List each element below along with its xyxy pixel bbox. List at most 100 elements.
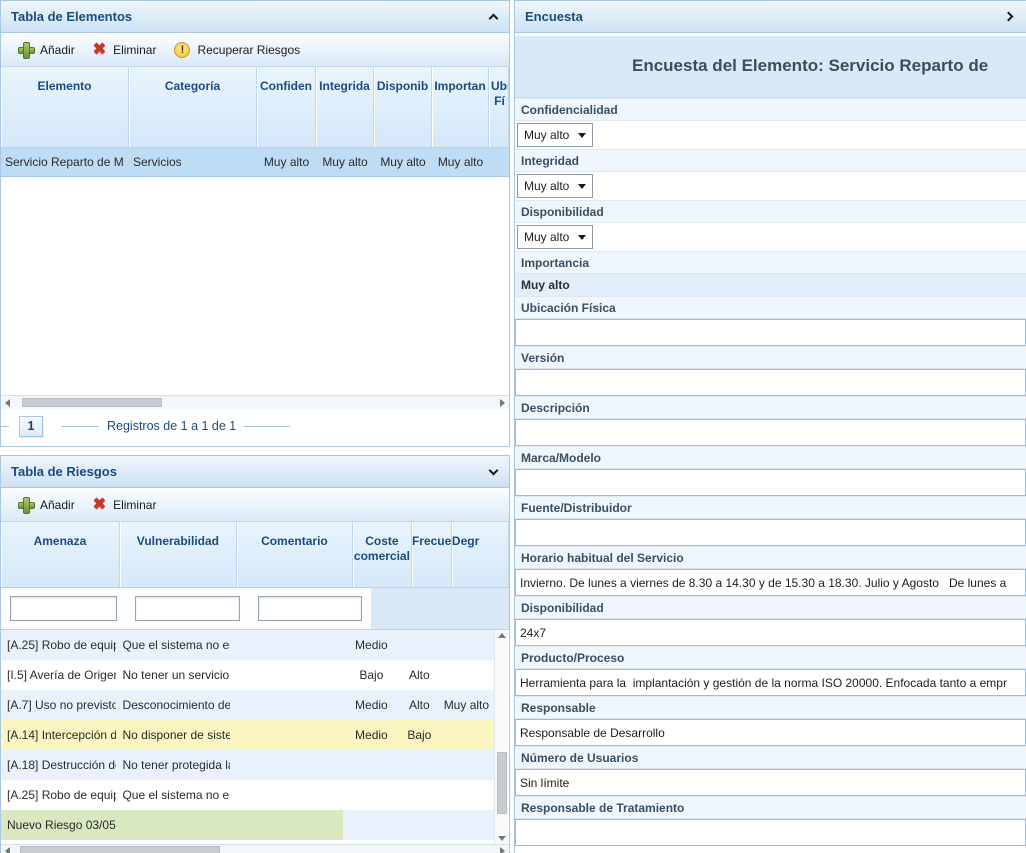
version-input[interactable] [515, 369, 1026, 396]
confidencialidad-select[interactable]: Muy alto [517, 123, 593, 147]
collapse-down-icon[interactable] [489, 465, 499, 475]
survey-panel-header[interactable]: Encuesta [515, 1, 1026, 33]
disponibilidad-texto-input[interactable] [515, 619, 1026, 646]
cell-comentario [230, 780, 343, 810]
cell-elemento: Servicio Reparto de M [1, 155, 129, 169]
column-header-amenaza[interactable]: Amenaza [1, 522, 120, 587]
element-row-selected[interactable]: Servicio Reparto de M Servicios Muy alto… [1, 148, 509, 177]
producto-proceso-input[interactable] [515, 669, 1026, 696]
risk-row[interactable]: [I.5] Avería de Origen No tener un servi… [1, 660, 494, 690]
marca-modelo-input[interactable] [515, 469, 1026, 496]
risks-horizontal-scrollbar[interactable] [1, 844, 509, 853]
column-header-elemento[interactable]: Elemento [1, 67, 129, 147]
risks-panel: Tabla de Riesgos Añadir ✖ Eliminar Amena… [0, 455, 510, 853]
risk-row-new[interactable]: Nuevo Riesgo 03/05/2 [1, 810, 494, 840]
disponibilidad-select[interactable]: Muy alto [517, 225, 593, 249]
elements-panel-header[interactable]: Tabla de Elementos [1, 1, 509, 33]
select-value: Muy alto [524, 230, 569, 244]
cell-frecuencia [400, 750, 439, 780]
cell-frecuencia [400, 810, 439, 840]
elements-panel: Tabla de Elementos Añadir ✖ Eliminar ! R… [0, 0, 510, 447]
elements-grid-empty-area [1, 177, 509, 395]
field-row: Muy alto [515, 121, 1026, 149]
scroll-thumb[interactable] [20, 846, 220, 853]
warning-icon: ! [174, 42, 190, 58]
risks-toolbar: Añadir ✖ Eliminar [1, 488, 509, 522]
cell-comentario [230, 750, 343, 780]
numero-usuarios-input[interactable] [515, 769, 1026, 796]
field-label-ubicacion-fisica: Ubicación Física [515, 296, 1026, 319]
survey-panel-title: Encuesta [525, 9, 583, 24]
fuente-distribuidor-input[interactable] [515, 519, 1026, 546]
risks-grid-header: Amenaza Vulnerabilidad Comentario Coste … [1, 522, 509, 588]
add-risk-button[interactable]: Añadir [9, 493, 84, 516]
cell-coste [343, 750, 400, 780]
responsable-tratamiento-input[interactable] [515, 819, 1026, 846]
page-1-button[interactable]: 1 [19, 416, 43, 437]
scroll-right-icon[interactable] [500, 847, 505, 853]
elements-horizontal-scrollbar[interactable] [1, 395, 509, 409]
risks-panel-header[interactable]: Tabla de Riesgos [1, 456, 509, 488]
delete-risk-button[interactable]: ✖ Eliminar [84, 493, 166, 516]
scroll-thumb[interactable] [497, 752, 507, 814]
risks-vertical-scrollbar[interactable] [494, 630, 508, 844]
delete-element-button[interactable]: ✖ Eliminar [84, 38, 166, 61]
scroll-left-icon[interactable] [5, 399, 10, 407]
chevron-down-icon [578, 235, 586, 240]
cell-integridad: Muy alto [316, 155, 374, 169]
scroll-right-icon[interactable] [500, 399, 505, 407]
cell-vulnerabilidad: Desconocimiento de l [116, 690, 230, 720]
column-header-comentario[interactable]: Comentario [237, 522, 353, 587]
cell-degradacion [439, 630, 494, 660]
amenaza-filter-input[interactable] [10, 596, 117, 621]
column-header-categoria[interactable]: Categoría [129, 67, 257, 147]
scroll-thumb[interactable] [22, 398, 162, 407]
cell-coste: Bajo [343, 660, 400, 690]
add-element-button[interactable]: Añadir [9, 38, 84, 61]
plus-icon [18, 497, 33, 512]
ubicacion-fisica-input[interactable] [515, 319, 1026, 346]
cell-frecuencia: Alto [400, 660, 439, 690]
elements-panel-title: Tabla de Elementos [11, 9, 132, 24]
column-header-disponibilidad[interactable]: Disponib [374, 67, 432, 147]
cell-comentario [230, 660, 343, 690]
column-header-coste-comercial[interactable]: Coste comercial [353, 522, 412, 587]
column-header-degradacion[interactable]: Degr [452, 522, 509, 587]
elements-pager: 1 Registros de 1 a 1 de 1 [1, 409, 509, 443]
scroll-left-icon[interactable] [5, 847, 10, 853]
risk-row[interactable]: [A.7] Uso no previsto Desconocimiento de… [1, 690, 494, 720]
column-header-vulnerabilidad[interactable]: Vulnerabilidad [120, 522, 237, 587]
pager-divider [244, 426, 290, 427]
risk-row-selected[interactable]: [A.14] Intercepción de No disponer de si… [1, 720, 494, 750]
descripcion-input[interactable] [515, 419, 1026, 446]
column-header-frecuencia[interactable]: Frecuenc [412, 522, 452, 587]
risk-row[interactable]: [A.25] Robo de equip Que el sistema no e… [1, 780, 494, 810]
column-header-confidencialidad[interactable]: Confiden [257, 67, 316, 147]
responsable-input[interactable] [515, 719, 1026, 746]
risk-row[interactable]: [A.18] Destrucción de No tener protegida… [1, 750, 494, 780]
horario-input[interactable] [515, 569, 1026, 596]
integridad-select[interactable]: Muy alto [517, 174, 593, 198]
field-label-disponibilidad: Disponibilidad [515, 200, 1026, 223]
recover-risks-button[interactable]: ! Recuperar Riesgos [165, 38, 309, 62]
column-header-importancia[interactable]: Importan [432, 67, 489, 147]
column-header-integridad[interactable]: Integrida [316, 67, 374, 147]
collapse-right-icon[interactable] [1004, 12, 1014, 22]
comentario-filter-input[interactable] [258, 596, 362, 621]
cell-vulnerabilidad: Que el sistema no es [116, 780, 230, 810]
cell-confidencialidad: Muy alto [257, 155, 316, 169]
field-label-responsable-tratamiento: Responsable de Tratamiento [515, 796, 1026, 819]
vulnerabilidad-filter-input[interactable] [135, 596, 240, 621]
cell-categoria: Servicios [129, 155, 257, 169]
field-label-horario: Horario habitual del Servicio [515, 546, 1026, 569]
survey-panel: Encuesta Encuesta del Elemento: Servicio… [514, 0, 1026, 853]
delete-x-icon: ✖ [93, 497, 106, 512]
select-value: Muy alto [524, 128, 569, 142]
scroll-down-icon[interactable] [498, 836, 506, 841]
scroll-up-icon[interactable] [498, 633, 506, 638]
column-header-ubicacion-fisica[interactable]: Ubi Fí [489, 67, 509, 147]
chevron-down-icon [578, 133, 586, 138]
risk-row[interactable]: [A.25] Robo de equip Que el sistema no e… [1, 630, 494, 660]
collapse-up-icon[interactable] [489, 13, 499, 23]
cell-vulnerabilidad: No tener protegida la [116, 750, 230, 780]
